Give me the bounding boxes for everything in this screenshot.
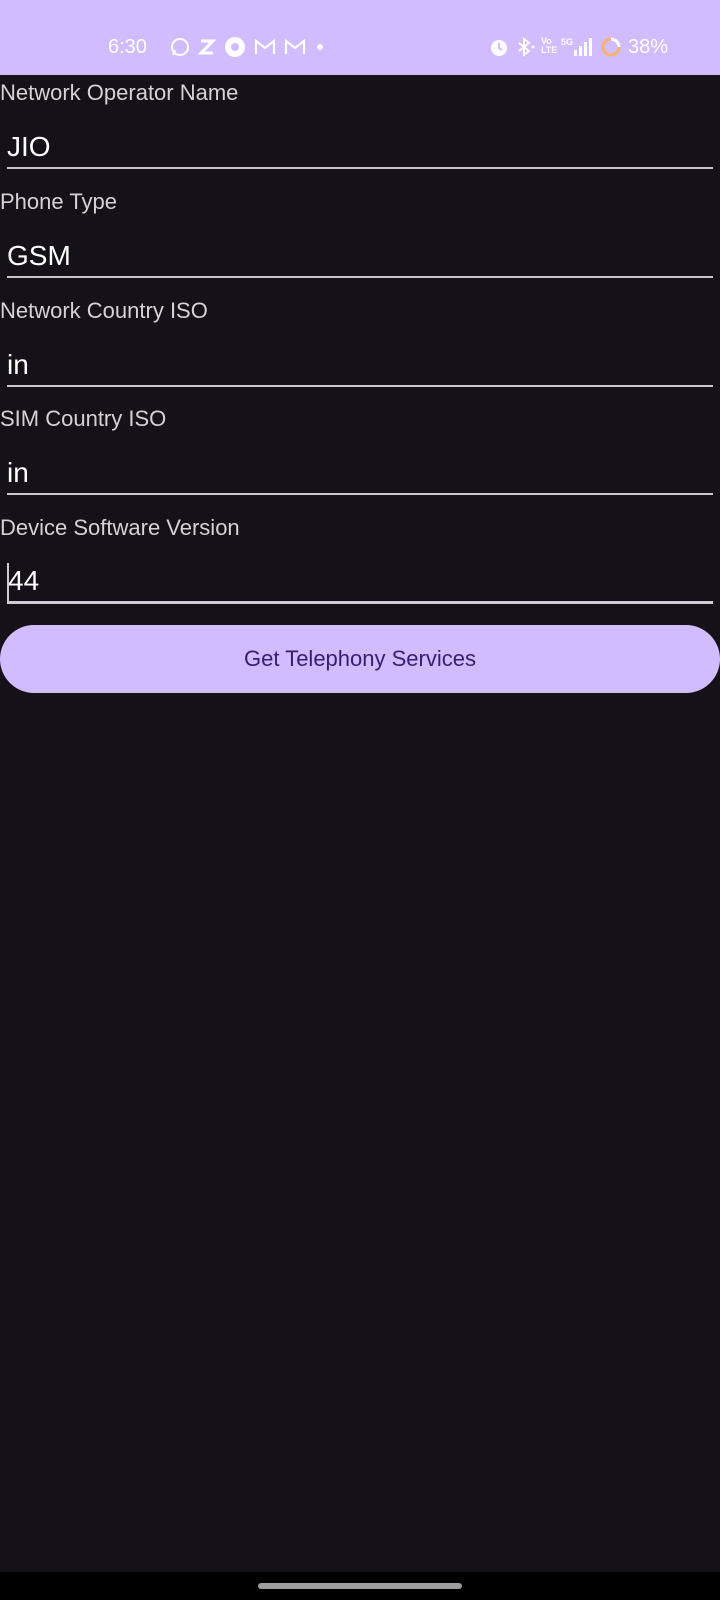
volte-icon: Vo LTE: [540, 35, 558, 55]
alarm-icon: [489, 37, 509, 57]
bluetooth-icon: [515, 37, 535, 57]
text-cursor: [7, 563, 9, 601]
network-country-iso-label: Network Country ISO: [0, 298, 208, 323]
phone-type-label: Phone Type: [0, 189, 118, 214]
get-telephony-services-label: Get Telephony Services: [244, 646, 476, 671]
device-software-version-value: 44: [8, 565, 40, 596]
network-country-iso-field[interactable]: in: [7, 345, 713, 387]
network-country-iso-value: in: [7, 349, 29, 380]
notification-icons: [170, 36, 326, 58]
z-app-icon: [198, 37, 216, 57]
navigation-bar: [0, 1572, 720, 1600]
network-operator-label: Network Operator Name: [0, 80, 239, 105]
sim-country-iso-field[interactable]: in: [7, 453, 713, 495]
status-time: 6:30: [108, 36, 147, 58]
device-software-version-field[interactable]: 44: [7, 561, 713, 604]
network-operator-field[interactable]: JIO: [7, 127, 713, 169]
system-status-icons: Vo LTE 5G 38%: [489, 36, 668, 58]
gmail-icon: [254, 38, 276, 56]
device-software-version-label: Device Software Version: [0, 515, 240, 540]
phone-type-field[interactable]: GSM: [7, 236, 713, 278]
sim-country-iso-value: in: [7, 457, 29, 488]
whatsapp-icon: [170, 37, 190, 57]
status-bar: 6:30 Vo LTE 5G 38%: [0, 0, 720, 75]
battery-percent: 38%: [627, 36, 668, 58]
gmail-icon: [284, 38, 306, 56]
more-notifications-dot-icon: [314, 41, 326, 53]
battery-icon: [600, 36, 622, 58]
5g-signal-icon: 5G: [561, 38, 594, 56]
chrome-icon: [224, 36, 246, 58]
sim-country-iso-label: SIM Country ISO: [0, 406, 167, 431]
home-gesture-handle[interactable]: [258, 1583, 462, 1589]
phone-type-value: GSM: [7, 240, 71, 271]
network-operator-value: JIO: [7, 131, 51, 162]
get-telephony-services-button[interactable]: Get Telephony Services: [0, 625, 720, 693]
